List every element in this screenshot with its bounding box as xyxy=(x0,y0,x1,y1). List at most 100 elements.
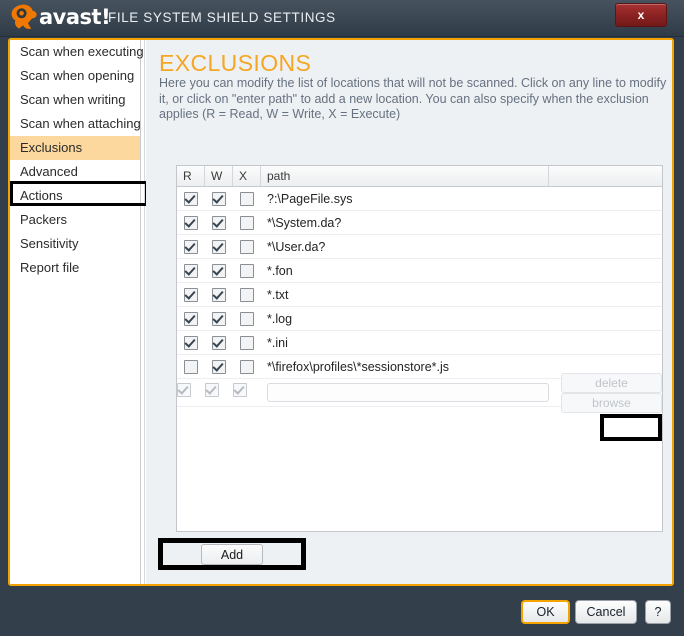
cell-x xyxy=(233,335,261,350)
cell-w xyxy=(205,359,233,374)
sidebar-item-scan-when-opening[interactable]: Scan when opening xyxy=(10,64,140,88)
checkbox-w[interactable] xyxy=(212,335,226,350)
table-row[interactable]: *.ini xyxy=(177,331,662,355)
sidebar-item-label: Exclusions xyxy=(20,140,83,155)
column-header-x: X xyxy=(233,166,261,186)
cell-r xyxy=(177,239,205,254)
column-header-actions xyxy=(549,166,662,186)
checkbox-x[interactable] xyxy=(240,191,254,206)
cell-w xyxy=(205,287,233,302)
checkbox-r[interactable] xyxy=(184,359,198,374)
checkbox-w[interactable] xyxy=(212,311,226,326)
cell-w xyxy=(205,311,233,326)
table-row[interactable]: *\User.da? xyxy=(177,235,662,259)
cell-x xyxy=(233,287,261,302)
sidebar-item-label: Scan when attaching xyxy=(20,116,141,131)
cancel-button[interactable]: Cancel xyxy=(575,600,637,624)
cell-w xyxy=(205,239,233,254)
cell-r xyxy=(177,335,205,350)
avast-brand: avast! xyxy=(10,3,111,31)
avast-logo-icon xyxy=(10,3,38,31)
browse-button[interactable]: browse xyxy=(561,392,662,413)
settings-panel: Scan when executing Scan when opening Scan… xyxy=(8,38,674,586)
cell-w xyxy=(205,215,233,230)
table-row[interactable]: *.log xyxy=(177,307,662,331)
checkbox-x[interactable] xyxy=(240,335,254,350)
cell-x xyxy=(233,215,261,230)
checkbox-w[interactable] xyxy=(212,359,226,374)
checkbox-x[interactable] xyxy=(240,359,254,374)
entry-checkbox-x-cell xyxy=(233,383,261,402)
entry-path-cell xyxy=(261,383,555,402)
sidebar-item-report-file[interactable]: Report file xyxy=(10,256,140,280)
cell-path: *\User.da? xyxy=(267,239,326,254)
sidebar-item-label: Scan when executing xyxy=(20,44,144,59)
checkbox-r[interactable] xyxy=(184,311,198,326)
table-body: ?:\PageFile.sys *\System.da? *\User.da? *.f… xyxy=(177,187,662,379)
checkbox-x[interactable] xyxy=(240,263,254,278)
page-title: EXCLUSIONS xyxy=(159,50,312,76)
sidebar-item-scan-when-writing[interactable]: Scan when writing xyxy=(10,88,140,112)
checkbox-r[interactable] xyxy=(184,191,198,206)
sidebar-item-packers[interactable]: Packers xyxy=(10,208,140,232)
checkbox-r[interactable] xyxy=(184,335,198,350)
checkbox-x[interactable] xyxy=(240,215,254,230)
cell-w xyxy=(205,191,233,206)
sidebar-item-exclusions[interactable]: Exclusions xyxy=(10,136,140,160)
checkbox-r[interactable] xyxy=(184,287,198,302)
page-description: Here you can modify the list of location… xyxy=(159,76,667,121)
column-header-path: path xyxy=(261,166,549,186)
add-button[interactable]: Add xyxy=(201,544,263,565)
sidebar-item-label: Actions xyxy=(20,188,63,203)
sidebar-item-scan-when-executing[interactable]: Scan when executing xyxy=(10,40,144,64)
sidebar-item-actions[interactable]: Actions xyxy=(10,184,140,208)
sidebar-item-label: Sensitivity xyxy=(20,236,79,251)
sidebar-divider xyxy=(144,40,145,584)
table-row[interactable]: *.fon xyxy=(177,259,662,283)
checkbox-w[interactable] xyxy=(212,263,226,278)
avast-logo-wordmark: avast! xyxy=(39,5,111,29)
checkbox-r[interactable] xyxy=(184,239,198,254)
entry-checkbox-r-cell xyxy=(177,383,205,402)
checkbox-w[interactable] xyxy=(212,191,226,206)
cell-w xyxy=(205,335,233,350)
table-row[interactable]: ?:\PageFile.sys xyxy=(177,187,662,211)
cell-r xyxy=(177,215,205,230)
checkbox-r[interactable] xyxy=(184,263,198,278)
ok-button[interactable]: OK xyxy=(521,600,570,624)
checkbox-x[interactable] xyxy=(240,287,254,302)
delete-button[interactable]: delete xyxy=(561,372,662,393)
cell-x xyxy=(233,311,261,326)
cell-path: ?:\PageFile.sys xyxy=(267,191,353,206)
checkbox-x[interactable] xyxy=(240,311,254,326)
sidebar-item-label: Packers xyxy=(20,212,67,227)
title-bar: avast! FILE SYSTEM SHIELD SETTINGS x xyxy=(0,0,684,37)
cell-path: *\firefox\profiles\*sessionstore*.js xyxy=(267,359,450,374)
sidebar-item-scan-when-attaching[interactable]: Scan when attaching xyxy=(10,112,141,136)
dialog-footer: OK Cancel ? xyxy=(0,590,684,636)
cell-x xyxy=(233,191,261,206)
sidebar-item-advanced[interactable]: Advanced xyxy=(10,160,140,184)
checkbox-w[interactable] xyxy=(212,215,226,230)
cell-x xyxy=(233,359,261,374)
sidebar-item-label: Advanced xyxy=(20,164,78,179)
column-header-r: R xyxy=(177,166,205,186)
path-input[interactable] xyxy=(267,383,549,402)
sidebar-item-label: Scan when opening xyxy=(20,68,135,83)
help-button[interactable]: ? xyxy=(645,600,671,624)
checkbox-r[interactable] xyxy=(184,215,198,230)
cell-r xyxy=(177,263,205,278)
table-row[interactable]: *.txt xyxy=(177,283,662,307)
entry-actions-cell: delete browse xyxy=(555,372,662,413)
checkbox-w[interactable] xyxy=(212,239,226,254)
cell-r xyxy=(177,311,205,326)
checkbox-w[interactable] xyxy=(212,287,226,302)
entry-checkbox-x xyxy=(233,383,247,397)
entry-checkbox-r xyxy=(177,383,191,397)
close-button[interactable]: x xyxy=(615,3,667,27)
checkbox-x[interactable] xyxy=(240,239,254,254)
table-row[interactable]: *\System.da? xyxy=(177,211,662,235)
sidebar-item-sensitivity[interactable]: Sensitivity xyxy=(10,232,140,256)
new-entry-row: delete browse xyxy=(177,372,662,413)
exclusions-list[interactable]: R W X path ?:\PageFile.sys *\System.da? *\… xyxy=(176,165,663,532)
